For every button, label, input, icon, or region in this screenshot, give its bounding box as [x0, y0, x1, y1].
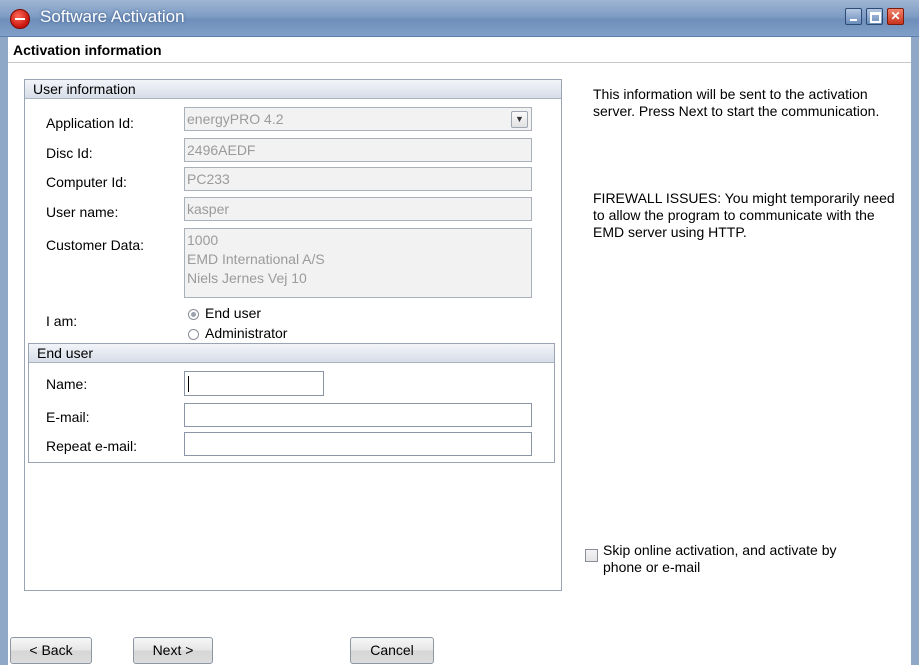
page-title: Activation information — [13, 42, 162, 58]
app-icon — [10, 9, 30, 29]
skip-online-label[interactable]: Skip online activation, and activate by … — [603, 542, 873, 576]
maximize-button[interactable] — [866, 8, 883, 25]
end-user-header-label: End user — [37, 345, 94, 361]
firewall-info-text: FIREWALL ISSUES: You might temporarily n… — [593, 190, 895, 240]
disc-id-field: 2496AEDF — [184, 138, 532, 162]
application-id-combo[interactable]: energyPRO 4.2 ▼ — [184, 107, 532, 131]
application-id-value: energyPRO 4.2 — [187, 111, 284, 127]
name-input[interactable] — [184, 371, 324, 396]
title-divider — [8, 62, 911, 63]
name-label: Name: — [46, 376, 88, 392]
minimize-button[interactable] — [845, 8, 862, 25]
cancel-button[interactable]: Cancel — [350, 637, 434, 664]
user-information-header-label: User information — [33, 81, 136, 97]
user-name-label: User name: — [46, 204, 119, 220]
administrator-radio-label[interactable]: Administrator — [205, 325, 287, 341]
next-button[interactable]: Next > — [133, 637, 213, 664]
email-label: E-mail: — [46, 409, 90, 425]
window-title: Software Activation — [40, 7, 185, 26]
disc-id-label: Disc Id: — [46, 145, 93, 161]
end-user-header: End user — [29, 344, 554, 363]
email-input[interactable] — [184, 403, 532, 427]
info-text: This information will be sent to the act… — [593, 86, 880, 119]
user-information-header: User information — [25, 80, 561, 99]
repeat-email-input[interactable] — [184, 432, 532, 456]
close-button[interactable]: ✕ — [887, 8, 904, 25]
end-user-radio-label[interactable]: End user — [205, 305, 261, 321]
text-caret — [188, 376, 189, 392]
computer-id-label: Computer Id: — [46, 174, 127, 190]
title-bar[interactable]: Software Activation ✕ — [0, 0, 919, 37]
repeat-email-label: Repeat e-mail: — [46, 438, 138, 454]
end-user-radio[interactable] — [188, 309, 199, 320]
application-id-label: Application Id: — [46, 115, 134, 131]
chevron-down-icon[interactable]: ▼ — [511, 111, 528, 128]
user-name-field: kasper — [184, 197, 532, 221]
i-am-label: I am: — [46, 313, 78, 329]
close-icon: ✕ — [890, 9, 901, 23]
administrator-radio[interactable] — [188, 329, 199, 340]
customer-data-label: Customer Data: — [46, 237, 145, 253]
computer-id-field: PC233 — [184, 167, 532, 191]
skip-online-checkbox[interactable] — [585, 549, 598, 562]
back-button[interactable]: < Back — [10, 637, 92, 664]
customer-data-field: 1000 EMD International A/S Niels Jernes … — [184, 228, 532, 298]
